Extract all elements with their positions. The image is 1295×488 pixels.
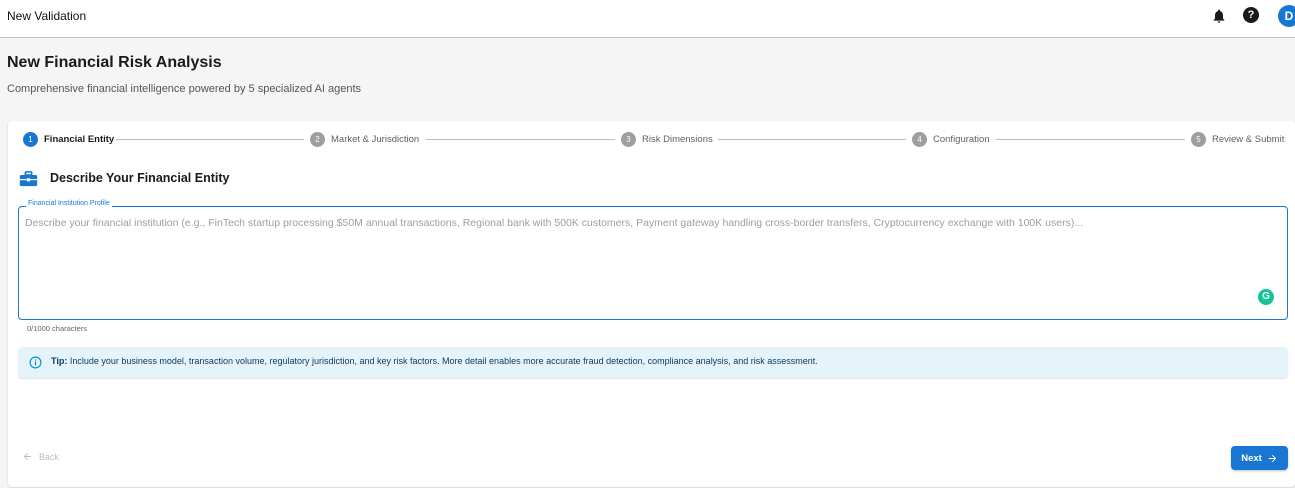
next-button[interactable]: Next xyxy=(1231,446,1288,470)
bell-icon[interactable] xyxy=(1211,8,1227,24)
step-connector xyxy=(996,139,1185,140)
briefcase-icon xyxy=(19,171,38,187)
step-number: 2 xyxy=(310,131,325,147)
step-label: Financial Entity xyxy=(44,133,115,145)
step-financial-entity[interactable]: 1 Financial Entity xyxy=(23,131,114,147)
step-number: 1 xyxy=(23,131,38,147)
arrow-left-icon xyxy=(23,452,32,461)
step-connector xyxy=(116,139,304,140)
section-title: Describe Your Financial Entity xyxy=(50,171,230,185)
next-label: Next xyxy=(1241,452,1262,464)
step-configuration[interactable]: 4 Configuration xyxy=(912,131,990,147)
app-bar: New Validation ? D xyxy=(0,0,1295,38)
tip-alert: Tip: Include your business model, transa… xyxy=(18,347,1288,378)
step-label: Configuration xyxy=(933,133,990,145)
profile-textarea[interactable] xyxy=(25,217,1255,297)
step-label: Review & Submit xyxy=(1212,133,1285,145)
back-button[interactable]: Back xyxy=(22,451,59,462)
grammarly-icon[interactable]: G xyxy=(1258,289,1274,305)
page-title: New Financial Risk Analysis xyxy=(7,54,222,71)
info-icon xyxy=(29,356,42,369)
step-review-submit[interactable]: 5 Review & Submit xyxy=(1191,131,1284,147)
step-label: Risk Dimensions xyxy=(642,133,713,145)
avatar[interactable]: D xyxy=(1278,5,1295,27)
step-label: Market & Jurisdiction xyxy=(331,133,420,145)
step-market-jurisdiction[interactable]: 2 Market & Jurisdiction xyxy=(310,131,419,147)
help-icon[interactable]: ? xyxy=(1243,7,1259,23)
arrow-right-icon xyxy=(1268,454,1276,462)
page-subtitle: Comprehensive financial intelligence pow… xyxy=(7,83,362,95)
step-number: 5 xyxy=(1191,131,1206,147)
step-number: 3 xyxy=(621,131,636,147)
step-connector xyxy=(718,139,906,140)
tip-label: Tip: xyxy=(51,356,68,366)
tip-text: Tip: Include your business model, transa… xyxy=(51,356,818,366)
app-title: New Validation xyxy=(7,9,87,23)
step-risk-dimensions[interactable]: 3 Risk Dimensions xyxy=(621,131,713,147)
profile-field-label: Financial Institution Profile xyxy=(26,200,112,207)
tip-body: Include your business model, transaction… xyxy=(69,356,818,366)
back-label: Back xyxy=(39,451,60,462)
step-connector xyxy=(426,139,615,140)
step-number: 4 xyxy=(912,131,927,147)
char-count: 0/1000 characters xyxy=(27,324,88,333)
